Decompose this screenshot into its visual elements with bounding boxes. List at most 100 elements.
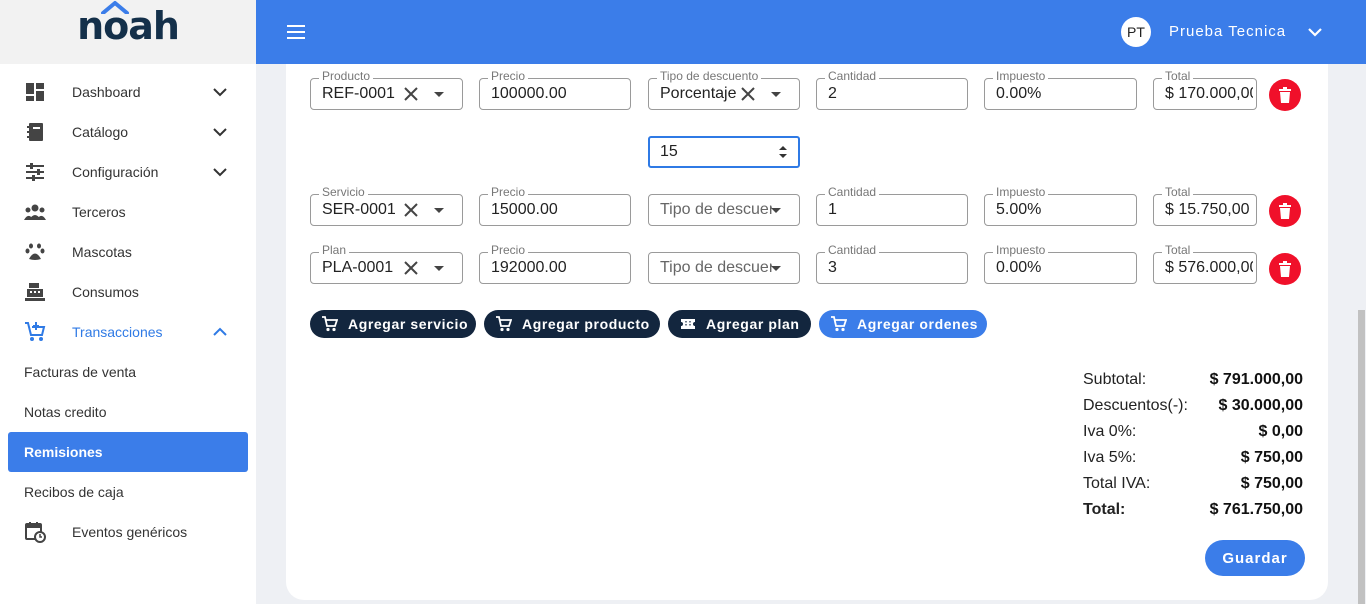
menu-icon[interactable] — [287, 25, 305, 39]
logo-area: noah — [0, 0, 256, 64]
paw-icon — [24, 242, 46, 262]
add-orders-label: Agregar ordenes — [857, 316, 979, 332]
dropdown-caret-icon[interactable] — [434, 92, 444, 97]
field-value: REF-0001 — [322, 85, 395, 102]
sidebar-item-eventos-genericos[interactable]: Eventos genéricos — [0, 512, 256, 552]
tax-input[interactable]: Impuesto 0.00% — [984, 243, 1137, 284]
field-value: 0.00% — [996, 259, 1042, 276]
total-input[interactable]: Total $ 170.000,00 — [1153, 69, 1257, 110]
quantity-input[interactable]: Cantidad 2 — [816, 69, 968, 110]
chevron-down-icon[interactable] — [1307, 25, 1323, 39]
sidebar-item-label: Catálogo — [72, 124, 129, 140]
quantity-input[interactable]: Cantidad 3 — [816, 243, 968, 284]
add-service-button[interactable]: Agregar servicio — [310, 310, 476, 338]
iva-5-row: Iva 5%: $ 750,00 — [1083, 446, 1303, 472]
quantity-input[interactable]: Cantidad 1 — [816, 185, 968, 226]
sidebar-item-terceros[interactable]: Terceros — [0, 192, 256, 232]
total-input[interactable]: Total $ 15.750,00 — [1153, 185, 1257, 226]
user-name[interactable]: Prueba Tecnica — [1169, 23, 1286, 40]
sidebar-item-configuracion[interactable]: Configuración — [0, 152, 256, 192]
price-input[interactable]: Precio 100000.00 — [479, 69, 631, 110]
trash-icon — [1279, 203, 1291, 219]
scrollbar-thumb[interactable] — [1358, 310, 1365, 604]
field-label: Cantidad — [825, 69, 880, 83]
sidebar-subitem-remisiones[interactable]: Remisiones — [8, 432, 248, 472]
field-label: Impuesto — [993, 185, 1049, 199]
clear-icon[interactable] — [403, 202, 419, 218]
chevron-down-icon — [213, 168, 227, 177]
dropdown-caret-icon[interactable] — [771, 92, 781, 97]
noah-logo[interactable]: noah — [77, 1, 180, 48]
field-label: Cantidad — [825, 185, 880, 199]
discount-type-select[interactable]: Tipo de descuento — [648, 194, 800, 226]
clear-icon[interactable] — [740, 86, 756, 102]
top-bar: PT Prueba Tecnica — [256, 0, 1366, 64]
field-value: $ 576.000,00 — [1165, 259, 1253, 276]
logo-roof-icon — [101, 1, 130, 14]
field-value: $ 15.750,00 — [1165, 201, 1250, 218]
add-orders-button[interactable]: Agregar ordenes — [819, 310, 987, 338]
dropdown-caret-icon[interactable] — [434, 208, 444, 213]
sidebar-item-label: Mascotas — [72, 244, 132, 260]
sidebar-subitem-notas-credito[interactable]: Notas credito — [0, 392, 256, 432]
sidebar-item-catalogo[interactable]: Catálogo — [0, 112, 256, 152]
price-input[interactable]: Precio 192000.00 — [479, 243, 631, 284]
sidebar-subitem-facturas-de-venta[interactable]: Facturas de venta — [0, 352, 256, 392]
field-placeholder: Tipo de descuento — [660, 259, 772, 276]
ticket-icon — [681, 319, 695, 329]
spinner-arrows-icon[interactable] — [778, 144, 788, 160]
field-label: Total — [1162, 185, 1194, 199]
sidebar-item-transacciones[interactable]: Transacciones — [0, 312, 256, 352]
sidebar-subitem-recibos-de-caja[interactable]: Recibos de caja — [0, 472, 256, 512]
iva-0-label: Iva 0%: — [1083, 423, 1137, 440]
cart-icon — [831, 316, 847, 332]
catalog-icon — [24, 122, 46, 142]
trash-icon — [1279, 261, 1291, 277]
field-label: Precio — [488, 243, 529, 257]
remision-form-card: Producto REF-0001 Precio 100000.00 Tipo … — [286, 64, 1328, 600]
add-plan-button[interactable]: Agregar plan — [668, 310, 811, 338]
field-label: Cantidad — [825, 243, 880, 257]
cart-icon — [24, 322, 46, 342]
dropdown-caret-icon[interactable] — [771, 266, 781, 271]
field-value: PLA-0001 — [322, 259, 394, 276]
service-select[interactable]: Servicio SER-0001 — [310, 185, 463, 226]
total-input[interactable]: Total $ 576.000,00 — [1153, 243, 1257, 284]
clear-icon[interactable] — [403, 260, 419, 276]
dropdown-caret-icon[interactable] — [434, 266, 444, 271]
price-input[interactable]: Precio 15000.00 — [479, 185, 631, 226]
discount-value-input[interactable]: 15 — [648, 136, 800, 168]
field-label: Producto — [319, 69, 374, 83]
tax-input[interactable]: Impuesto 0.00% — [984, 69, 1137, 110]
product-select[interactable]: Producto REF-0001 — [310, 69, 463, 110]
chevron-up-icon — [213, 327, 227, 336]
delete-line-button[interactable] — [1269, 79, 1301, 111]
delete-line-button[interactable] — [1269, 253, 1301, 285]
field-value: 100000.00 — [491, 85, 567, 102]
cart-icon — [322, 316, 338, 332]
sidebar-item-label: Eventos genéricos — [72, 524, 188, 540]
discount-type-select[interactable]: Tipo de descuento Porcentaje — [648, 69, 800, 110]
chevron-down-icon — [213, 88, 227, 97]
sidebar-item-dashboard[interactable]: Dashboard — [0, 72, 256, 112]
plan-select[interactable]: Plan PLA-0001 — [310, 243, 463, 284]
field-label: Total — [1162, 243, 1194, 257]
sidebar: noah Dashboard Catálogo Configuración Te… — [0, 0, 256, 604]
delete-line-button[interactable] — [1269, 195, 1301, 227]
save-button[interactable]: Guardar — [1205, 540, 1305, 576]
sidebar-item-mascotas[interactable]: Mascotas — [0, 232, 256, 272]
total-iva-label: Total IVA: — [1083, 475, 1151, 492]
discounts-label: Descuentos(-): — [1083, 397, 1188, 414]
field-value: 0.00% — [996, 85, 1042, 102]
sidebar-item-consumos[interactable]: Consumos — [0, 272, 256, 312]
discount-type-select[interactable]: Tipo de descuento — [648, 252, 800, 284]
avatar[interactable]: PT — [1121, 17, 1151, 47]
dropdown-caret-icon[interactable] — [771, 208, 781, 213]
field-value: 15000.00 — [491, 201, 558, 218]
field-value: 1 — [828, 201, 837, 218]
tax-input[interactable]: Impuesto 5.00% — [984, 185, 1137, 226]
add-product-button[interactable]: Agregar producto — [484, 310, 660, 338]
total-iva-value: $ 750,00 — [1240, 475, 1303, 492]
sidebar-subitem-label: Notas credito — [24, 404, 107, 420]
clear-icon[interactable] — [403, 86, 419, 102]
